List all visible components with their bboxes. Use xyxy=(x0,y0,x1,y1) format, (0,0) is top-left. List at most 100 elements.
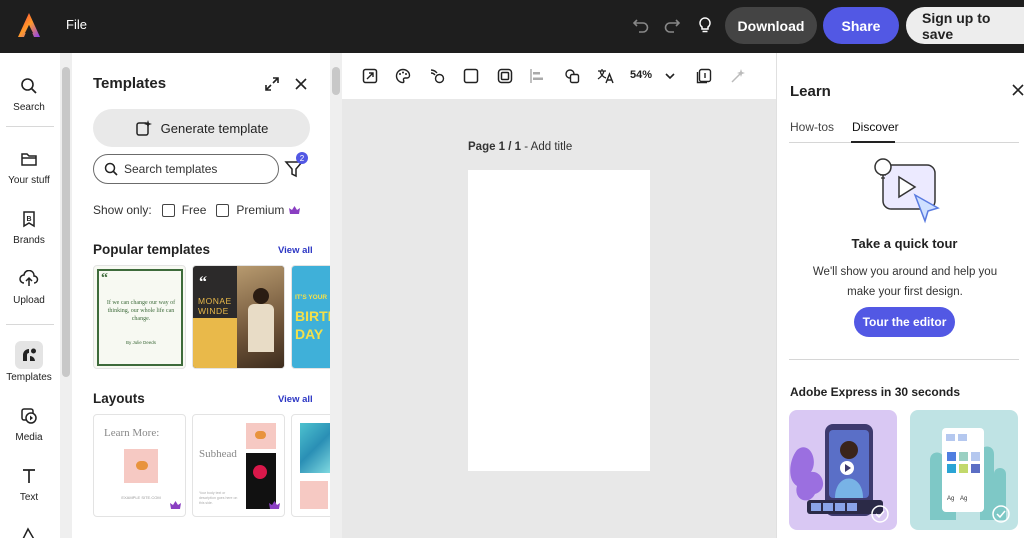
rail-item-label: Your stuff xyxy=(8,175,50,186)
translate-icon[interactable] xyxy=(596,66,616,86)
card-label: Ag xyxy=(960,496,968,502)
view-all-layouts-link[interactable]: View all xyxy=(278,394,313,405)
rail-item-upload[interactable]: Upload xyxy=(0,266,58,306)
redo-icon[interactable] xyxy=(661,14,683,36)
rail-item-label: Search xyxy=(13,102,45,113)
learn-divider xyxy=(789,359,1019,360)
template-text-3: DAY xyxy=(295,326,324,342)
rail-item-elements[interactable] xyxy=(0,523,58,538)
layout-card[interactable]: Subhead Your body text or description go… xyxy=(192,414,285,517)
card-label: Ag xyxy=(947,496,955,502)
rail-scrollbar[interactable] xyxy=(60,53,72,538)
template-card[interactable]: IT'S YOUR BIRTH DAY xyxy=(291,265,330,369)
show-only-filters: Show only: Free Premium xyxy=(93,203,301,217)
background-color-icon[interactable] xyxy=(461,66,481,86)
video-thumbnail xyxy=(790,424,889,523)
media-icon xyxy=(16,403,42,429)
learn-panel: Learn How-tos Discover Take a quick tour… xyxy=(776,53,1024,538)
brand-icon: B xyxy=(16,206,42,232)
templates-icon xyxy=(15,341,43,369)
tab-how-tos[interactable]: How-tos xyxy=(790,120,834,134)
tour-title: Take a quick tour xyxy=(851,236,958,251)
search-icon xyxy=(104,162,118,176)
learn-title: Learn xyxy=(790,83,831,100)
rail-item-templates[interactable]: Templates xyxy=(0,341,58,383)
tour-illustration xyxy=(874,158,940,224)
rail-item-search[interactable]: Search xyxy=(0,73,58,113)
scrollbar-thumb[interactable] xyxy=(332,67,340,95)
premium-label: Premium xyxy=(236,203,285,217)
lightbulb-icon[interactable] xyxy=(694,14,716,36)
undo-icon[interactable] xyxy=(630,14,652,36)
rail-item-label: Upload xyxy=(13,295,45,306)
filter-count-badge: 2 xyxy=(296,152,308,164)
scrollbar-thumb[interactable] xyxy=(62,67,70,377)
layouts-title: Layouts xyxy=(93,391,145,406)
text-icon xyxy=(16,463,42,489)
border-icon[interactable] xyxy=(495,66,515,86)
template-text-1: IT'S YOUR xyxy=(295,294,328,301)
download-button[interactable]: Download xyxy=(725,7,817,44)
rail-item-brands[interactable]: B Brands xyxy=(0,206,58,246)
rail-divider xyxy=(6,126,54,127)
shapes-icon xyxy=(16,523,42,538)
video-card[interactable]: Ag Ag xyxy=(910,410,1018,530)
generate-template-label: Generate template xyxy=(160,120,269,136)
rail-item-label: Templates xyxy=(6,372,52,383)
generate-sparkle-icon xyxy=(135,120,152,136)
rail-divider xyxy=(6,324,54,325)
rail-item-text[interactable]: Text xyxy=(0,463,58,503)
file-menu[interactable]: File xyxy=(66,17,87,32)
rail-item-label: Media xyxy=(15,432,43,443)
share-button[interactable]: Share xyxy=(823,7,899,44)
palette-icon[interactable] xyxy=(393,66,413,86)
free-label: Free xyxy=(181,203,207,217)
rail-item-label: Brands xyxy=(13,235,45,246)
photo-body xyxy=(248,304,274,352)
add-title-placeholder[interactable]: Add title xyxy=(531,141,573,153)
flower-shape xyxy=(253,465,267,479)
quote-mark: “ xyxy=(101,271,108,286)
template-card[interactable]: “ MONAE WINDE xyxy=(192,265,285,369)
resize-icon[interactable] xyxy=(360,66,380,86)
panel-scrollbar[interactable] xyxy=(330,53,342,538)
tour-editor-button[interactable]: Tour the editor xyxy=(854,307,955,337)
close-icon[interactable] xyxy=(1011,83,1024,97)
premium-crown-icon xyxy=(170,501,181,509)
video-thumbnail xyxy=(930,428,1010,523)
tab-discover[interactable]: Discover xyxy=(852,120,899,134)
panel-title: Templates xyxy=(93,75,167,92)
close-icon[interactable] xyxy=(292,75,310,93)
video-section-title: Adobe Express in 30 seconds xyxy=(790,385,961,399)
fruit-shape xyxy=(255,431,266,439)
template-card[interactable]: “ If we can change our way of thinking, … xyxy=(93,265,186,369)
animation-icon[interactable] xyxy=(427,66,447,86)
canvas-page[interactable] xyxy=(468,170,650,471)
view-all-popular-link[interactable]: View all xyxy=(278,245,313,256)
show-only-label: Show only: xyxy=(93,203,152,217)
sign-up-button[interactable]: Sign up to save xyxy=(906,7,1024,44)
magic-icon[interactable] xyxy=(728,66,748,86)
chevron-down-icon[interactable] xyxy=(660,66,680,86)
layers-icon[interactable] xyxy=(562,66,582,86)
layout-card[interactable]: Learn More: EXAMPLE SITE.COM xyxy=(93,414,186,517)
layout-card[interactable] xyxy=(291,414,330,517)
page-number: Page 1 / 1 xyxy=(468,141,522,153)
premium-checkbox[interactable] xyxy=(216,203,230,217)
rail-item-your-stuff[interactable]: Your stuff xyxy=(0,146,58,186)
pages-icon[interactable] xyxy=(694,66,714,86)
generate-template-button[interactable]: Generate template xyxy=(93,109,310,147)
video-card[interactable] xyxy=(789,410,897,530)
adobe-express-logo[interactable] xyxy=(17,12,41,38)
free-checkbox[interactable] xyxy=(161,203,175,217)
expand-icon[interactable] xyxy=(263,75,281,93)
svg-text:B: B xyxy=(26,216,31,223)
zoom-level[interactable]: 54% xyxy=(630,69,652,81)
layout-image xyxy=(300,481,328,509)
rail-item-media[interactable]: Media xyxy=(0,403,58,443)
template-block xyxy=(193,318,237,368)
page-title[interactable]: Page 1 / 1 - Add title xyxy=(468,141,572,153)
template-text-1: MONAE xyxy=(198,296,232,306)
align-icon[interactable] xyxy=(527,66,547,86)
search-templates-input[interactable]: Search templates xyxy=(93,154,279,184)
